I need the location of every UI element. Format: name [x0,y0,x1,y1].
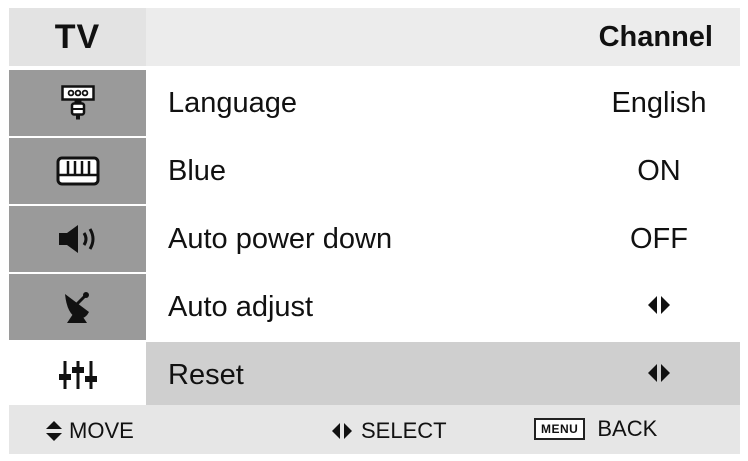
tab-keyboard[interactable] [9,138,146,204]
header-bar: Channel [146,8,740,66]
menu-item-reset[interactable]: Reset [9,342,740,408]
menu-item-value[interactable]: English [536,87,748,120]
menu-item-blue[interactable]: Blue ON [9,138,740,204]
menu-key-icon: MENU [534,418,586,440]
hint-select-label: SELECT [361,418,447,443]
menu-item-value[interactable] [536,294,748,320]
hint-back-label: BACK [597,416,658,441]
hint-move: MOVE [45,418,134,444]
page-title: Channel [598,21,713,53]
menu-item-language[interactable]: Language English [9,70,740,136]
left-right-arrows-icon [648,296,670,314]
hint-move-label: MOVE [69,418,134,443]
hint-select: SELECT [331,418,447,444]
menu-item-value[interactable]: ON [536,155,748,188]
help-bar: MOVE SELECT MENU BACK [9,405,740,454]
menu-item-label: Auto adjust [168,291,314,323]
equalizer-icon [58,360,98,390]
menu-item-auto-adjust[interactable]: Auto adjust [9,274,740,340]
satellite-icon [61,290,95,324]
tab-sound[interactable] [9,206,146,272]
tab-setup[interactable] [9,342,146,408]
hint-back: MENU BACK [534,416,657,442]
up-down-arrows-icon [46,421,62,441]
menu-item-label: Reset [168,359,244,391]
left-right-arrows-icon [332,423,352,439]
menu-item-label: Language [168,87,298,119]
menu-item-value[interactable]: OFF [536,223,748,256]
tab-satellite[interactable] [9,274,146,340]
menu-item-label: Blue [168,155,227,187]
section-title: TV [9,8,146,66]
remote-icon [60,85,95,121]
speaker-icon [56,223,100,255]
tab-remote[interactable] [9,70,146,136]
menu-item-value[interactable] [536,362,748,388]
left-right-arrows-icon [648,364,670,382]
menu-item-label: Auto power down [168,223,393,255]
menu-item-auto-power-down[interactable]: Auto power down OFF [9,206,740,272]
keyboard-icon [56,156,100,186]
tv-osd-menu: TV Channel Language English Blue ON Auto… [9,8,740,454]
menu-header: TV Channel [9,8,740,66]
